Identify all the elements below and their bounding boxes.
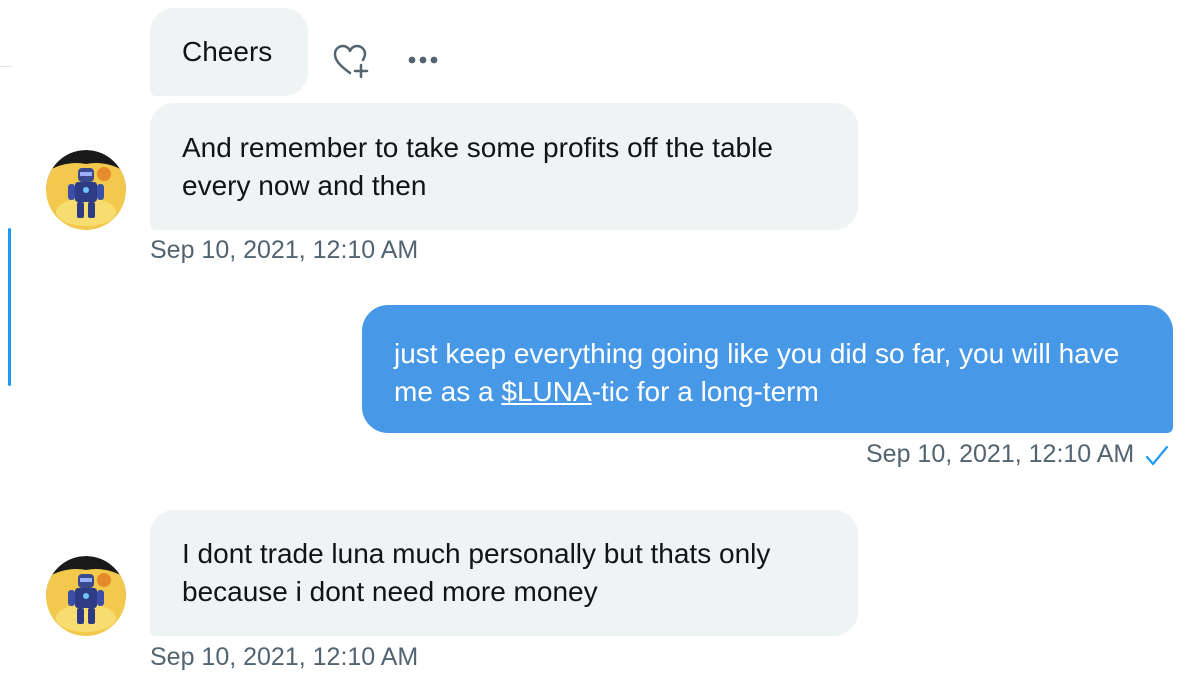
cashtag-link[interactable]: $LUNA	[501, 376, 591, 407]
message-bubble-sent[interactable]: just keep everything going like you did …	[362, 305, 1173, 433]
scroll-indicator	[8, 228, 11, 386]
message-text: -tic for a long-term	[591, 376, 819, 407]
more-options-button[interactable]	[400, 46, 446, 74]
avatar[interactable]	[46, 150, 126, 230]
message-text: I dont trade luna much personally but th…	[182, 538, 771, 607]
more-horizontal-icon	[408, 56, 438, 64]
message-bubble[interactable]: I dont trade luna much personally but th…	[150, 510, 858, 636]
message-text: Cheers	[182, 36, 273, 67]
message-timestamp: Sep 10, 2021, 12:10 AM	[150, 236, 419, 264]
message-text: And remember to take some profits off th…	[182, 132, 773, 201]
message-timestamp: Sep 10, 2021, 12:10 AM	[866, 440, 1135, 468]
message-timestamp: Sep 10, 2021, 12:10 AM	[150, 643, 419, 671]
message-bubble[interactable]: And remember to take some profits off th…	[150, 103, 858, 230]
checkmark-icon	[1145, 445, 1169, 466]
react-button[interactable]	[328, 40, 374, 80]
divider	[0, 66, 12, 67]
heart-plus-icon	[333, 44, 369, 78]
avatar[interactable]	[46, 556, 126, 636]
dm-conversation: Cheers And remember to take some profits…	[0, 0, 1200, 697]
message-bubble-cheers[interactable]: Cheers	[150, 8, 308, 96]
